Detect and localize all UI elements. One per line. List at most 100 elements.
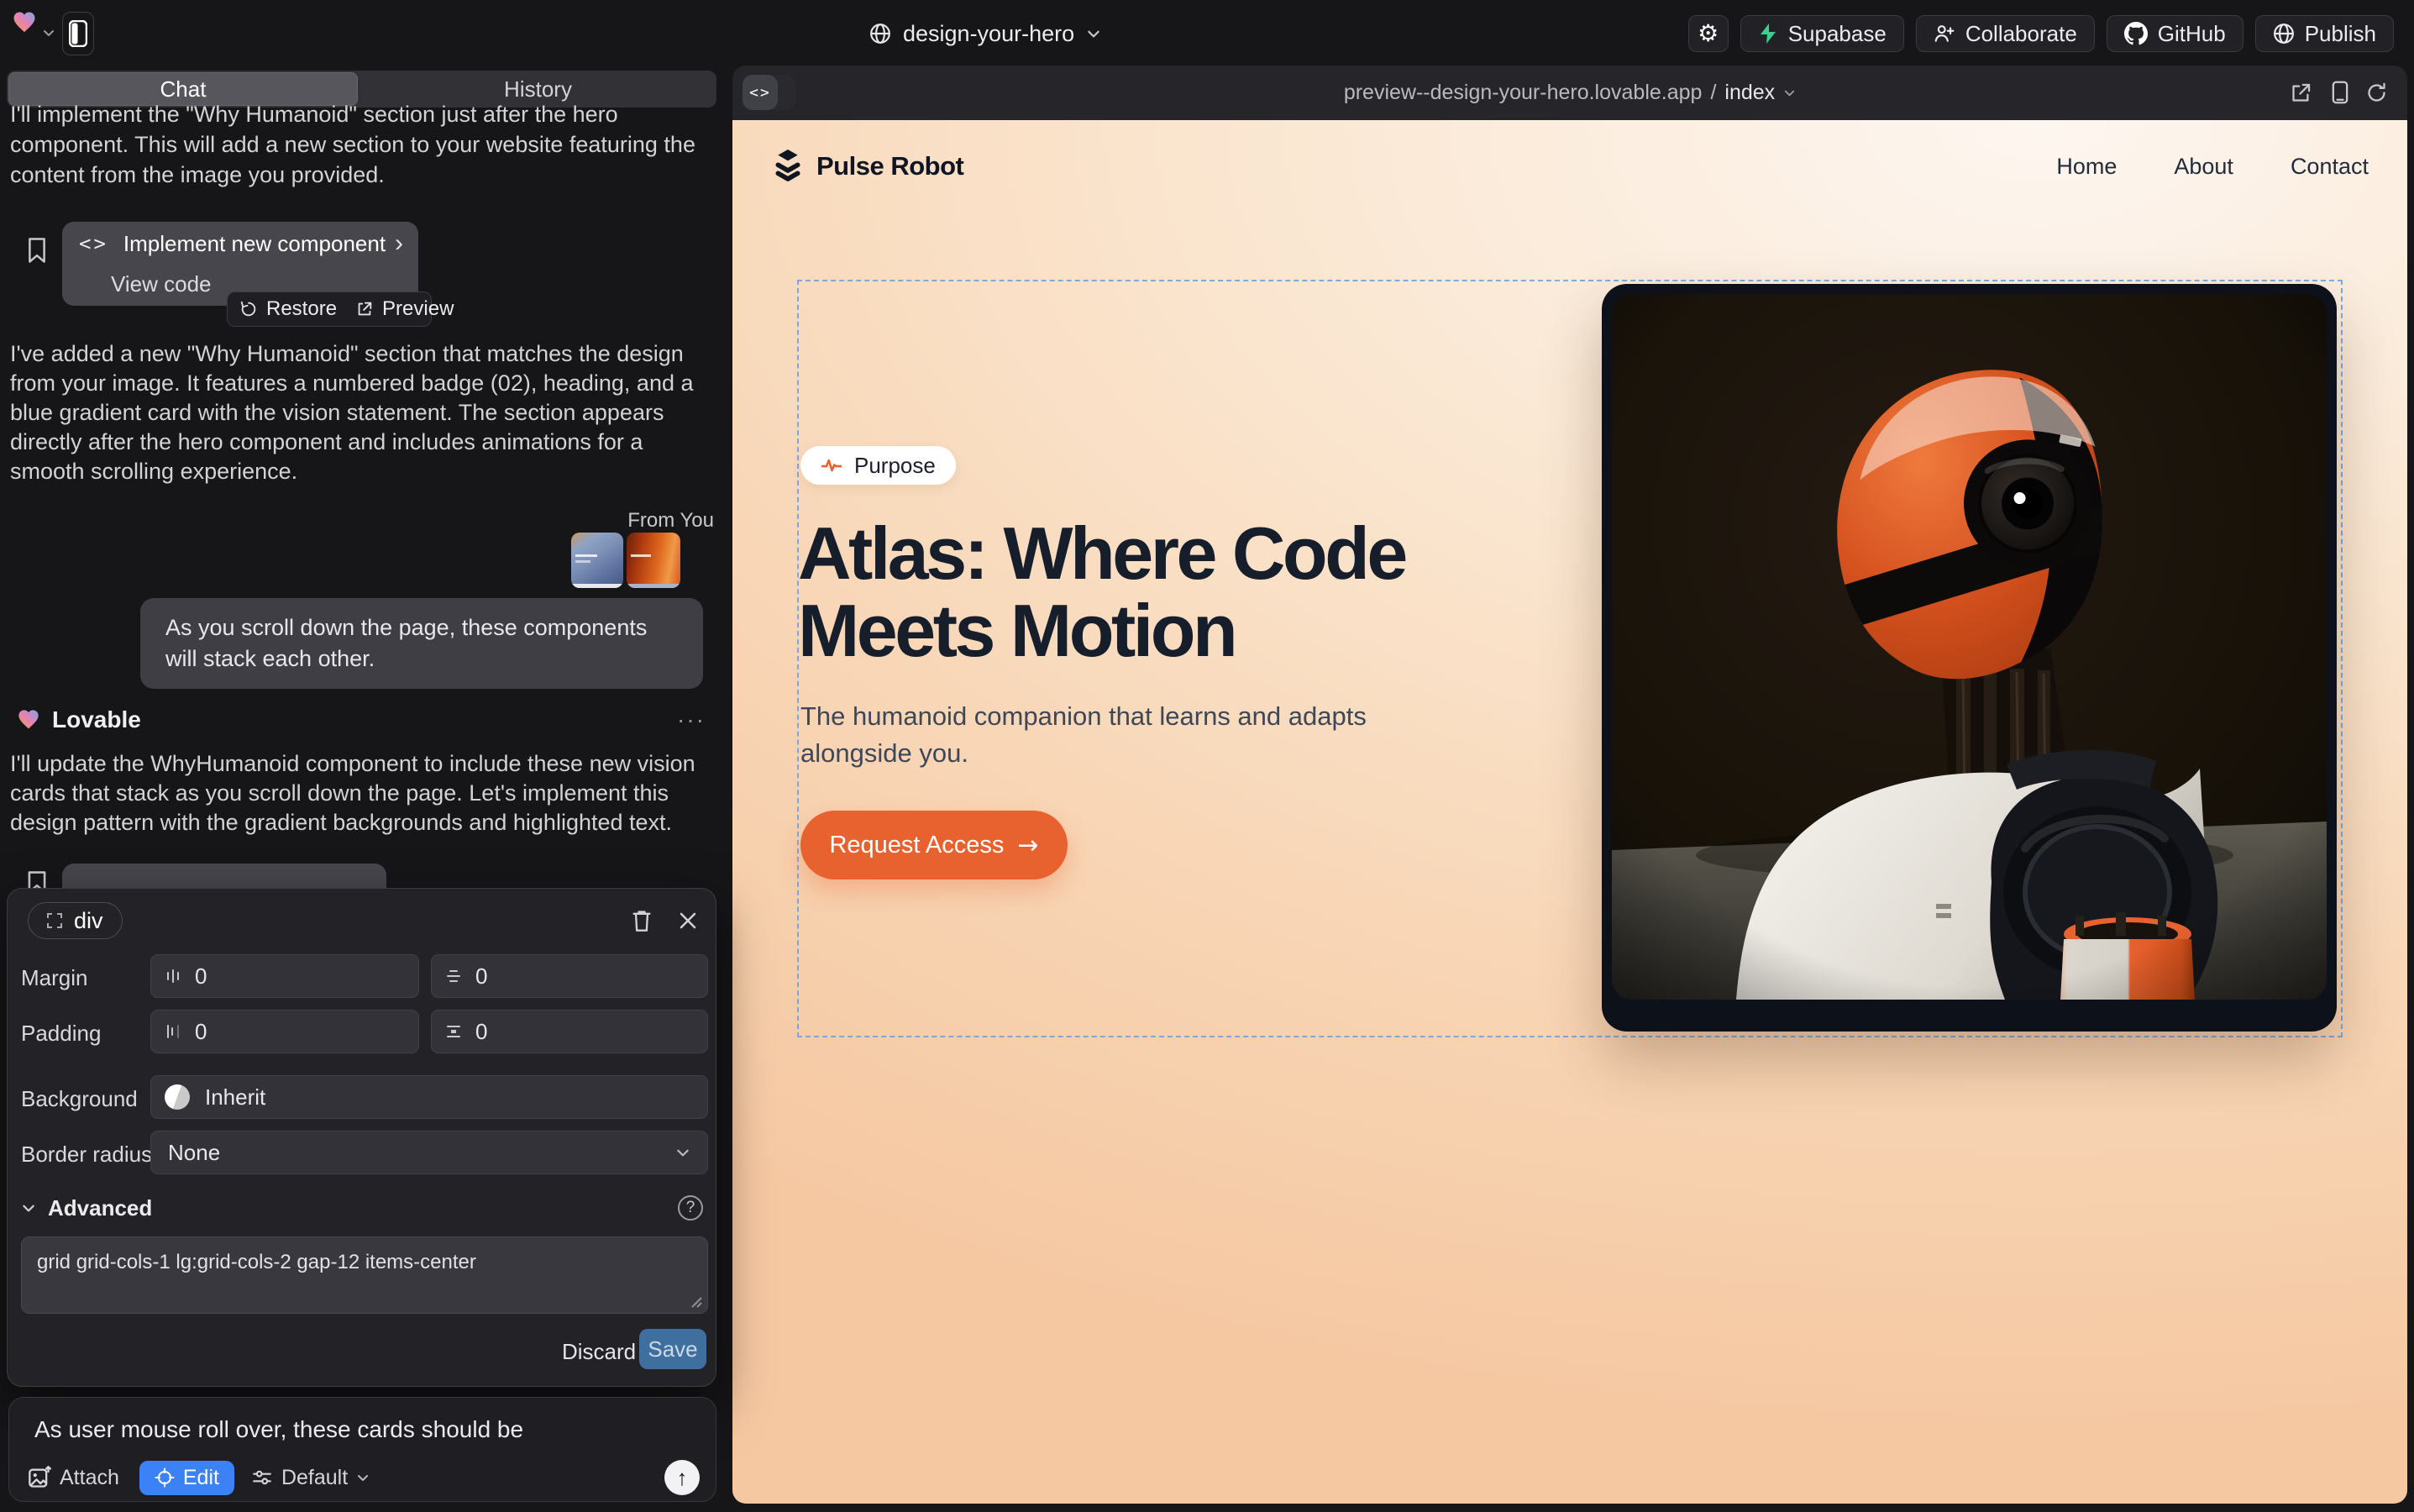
project-switcher[interactable]: design-your-hero — [869, 0, 1101, 67]
sidebar-toggle-button[interactable] — [62, 12, 94, 55]
element-chip[interactable]: div — [28, 902, 123, 939]
layers-icon — [771, 148, 805, 185]
hero-badge: Purpose — [800, 446, 956, 485]
save-button[interactable]: Save — [639, 1329, 706, 1369]
padding-y-input[interactable]: 0 — [431, 1010, 708, 1053]
resize-handle[interactable] — [690, 1296, 702, 1308]
nav-about[interactable]: About — [2174, 154, 2233, 180]
hero-subtitle: The humanoid companion that learns and a… — [800, 698, 1422, 772]
publish-label: Publish — [2305, 21, 2376, 47]
nav-contact[interactable]: Contact — [2291, 154, 2369, 180]
mobile-view-icon[interactable] — [2329, 81, 2351, 104]
lovable-logo-icon[interactable] — [12, 10, 37, 35]
project-chevron-down-icon — [1086, 26, 1101, 41]
request-access-button[interactable]: Request Access → — [800, 811, 1068, 879]
margin-x-icon — [165, 968, 181, 984]
help-icon[interactable]: ? — [678, 1195, 703, 1221]
hero-headline-line2: Meets Motion — [798, 592, 1638, 669]
site-brand[interactable]: Pulse Robot — [771, 148, 963, 185]
color-swatch — [165, 1084, 190, 1110]
site-content: Pulse Robot Home About Contact Purpose A… — [732, 120, 2407, 1504]
attachment-thumbnail-blue[interactable] — [571, 533, 623, 588]
model-selector-label: Default — [281, 1466, 348, 1490]
attach-button[interactable]: Attach — [60, 1466, 119, 1490]
hero-badge-label: Purpose — [854, 453, 936, 479]
restore-preview-toolbar: Restore Preview — [227, 291, 432, 327]
margin-label: Margin — [21, 965, 87, 991]
margin-y-value: 0 — [475, 963, 487, 990]
attach-image-icon — [28, 1466, 51, 1489]
border-radius-select[interactable]: None — [150, 1131, 708, 1174]
publish-globe-icon — [2273, 23, 2295, 45]
composer-input[interactable]: As user mouse roll over, these cards sho… — [34, 1416, 690, 1443]
composer: As user mouse roll over, these cards sho… — [8, 1397, 716, 1502]
workspace-chevron-down-icon[interactable] — [42, 26, 55, 39]
model-chevron-icon — [356, 1471, 370, 1484]
padding-x-icon — [165, 1023, 181, 1040]
background-label: Background — [21, 1086, 138, 1112]
edit-mode-label: Edit — [183, 1466, 219, 1490]
collaborate-button[interactable]: Collaborate — [1916, 15, 2095, 52]
edit-mode-button[interactable]: Edit — [139, 1461, 234, 1495]
from-you-label: From You — [504, 509, 714, 533]
view-code-link[interactable]: View code — [111, 271, 212, 297]
url-separator: / — [1710, 81, 1716, 105]
hero-headline-line1: Atlas: Where Code — [798, 515, 1638, 592]
preview-url[interactable]: preview--design-your-hero.lovable.app / … — [732, 66, 2407, 120]
message-menu-button[interactable]: ··· — [677, 706, 706, 733]
attachment-thumbnail-orange[interactable] — [627, 533, 680, 588]
classes-textarea[interactable]: grid grid-cols-1 lg:grid-cols-2 gap-12 i… — [21, 1236, 708, 1314]
url-chevron-icon — [1783, 87, 1796, 99]
sliders-icon — [251, 1467, 273, 1488]
publish-button[interactable]: Publish — [2255, 15, 2394, 52]
url-page: index — [1724, 81, 1775, 105]
restore-icon — [239, 300, 258, 318]
arrow-right-icon: → — [1017, 831, 1038, 860]
preview-toolbar: <> preview--design-your-hero.lovable.app… — [732, 66, 2407, 120]
margin-x-input[interactable]: 0 — [150, 954, 419, 998]
assistant-name: Lovable — [52, 706, 677, 733]
supabase-label: Supabase — [1788, 21, 1887, 47]
open-external-icon[interactable] — [2290, 81, 2312, 104]
model-selector[interactable]: Default — [251, 1466, 370, 1490]
lovable-heart-icon — [17, 708, 40, 732]
close-icon[interactable] — [678, 911, 698, 931]
preview-button[interactable]: Preview — [382, 297, 454, 321]
margin-y-input[interactable]: 0 — [431, 954, 708, 998]
element-tag: div — [74, 908, 103, 934]
padding-x-input[interactable]: 0 — [150, 1010, 419, 1053]
discard-button[interactable]: Discard — [562, 1339, 636, 1365]
code-view-toggle[interactable]: <> — [743, 75, 796, 110]
site-brand-name: Pulse Robot — [816, 151, 963, 181]
classes-value: grid grid-cols-1 lg:grid-cols-2 gap-12 i… — [37, 1251, 476, 1273]
tab-history-label: History — [504, 76, 572, 102]
github-button[interactable]: GitHub — [2107, 15, 2243, 52]
bookmark-icon[interactable] — [26, 237, 48, 264]
trash-icon[interactable] — [631, 909, 653, 932]
advanced-section-header[interactable]: Advanced ? — [21, 1193, 703, 1223]
padding-label: Padding — [21, 1021, 101, 1047]
supabase-button[interactable]: Supabase — [1740, 15, 1904, 52]
send-button[interactable]: ↑ — [664, 1460, 700, 1495]
code-toggle-icon: <> — [749, 84, 771, 102]
chevron-down-icon — [675, 1145, 690, 1160]
pulse-icon — [821, 454, 842, 476]
site-header: Pulse Robot Home About Contact — [732, 120, 2407, 213]
github-label: GitHub — [2158, 21, 2226, 47]
robot-image — [1612, 294, 2327, 1000]
chevron-right-icon: › — [395, 229, 403, 258]
gear-icon: ⚙ — [1698, 22, 1719, 45]
background-input[interactable]: Inherit — [150, 1075, 708, 1119]
padding-y-value: 0 — [475, 1019, 487, 1045]
composer-toolbar: Attach Edit Default ↑ — [28, 1460, 700, 1495]
settings-button[interactable]: ⚙ — [1688, 15, 1729, 52]
restore-button[interactable]: Restore — [266, 297, 337, 321]
code-icon: <> — [79, 232, 108, 255]
url-host: preview--design-your-hero.lovable.app — [1344, 81, 1703, 105]
style-inspector-panel: div Margin 0 0 Padding 0 0 Background In… — [7, 888, 716, 1387]
padding-y-icon — [445, 1023, 462, 1040]
margin-y-icon — [445, 968, 462, 984]
nav-home[interactable]: Home — [2056, 154, 2117, 180]
refresh-icon[interactable] — [2365, 81, 2388, 104]
collaborate-label: Collaborate — [1965, 21, 2077, 47]
